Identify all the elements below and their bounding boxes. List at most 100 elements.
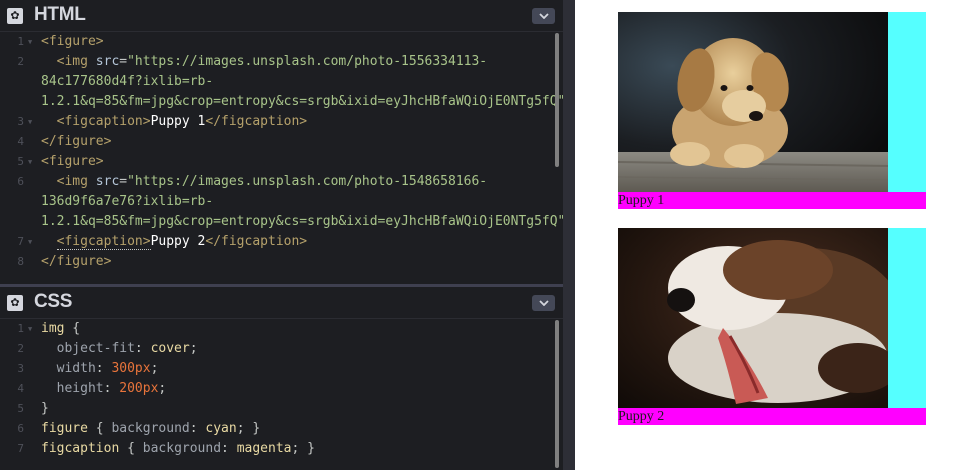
line-number: 1 xyxy=(17,35,24,48)
code-token: : xyxy=(103,381,120,396)
code-token: ; } xyxy=(291,441,315,456)
figure-2: Puppy 2 xyxy=(618,228,926,425)
line-number: 6 xyxy=(17,422,24,435)
line-number: 2 xyxy=(17,55,24,68)
code-text: </figure> xyxy=(41,252,111,272)
code-token: background xyxy=(142,441,222,456)
code-token: ; } xyxy=(236,421,261,436)
code-text: 84c177680d4f?ixlib=rb- xyxy=(41,72,213,92)
code-token: <figure> xyxy=(41,154,104,169)
chevron-down-icon xyxy=(538,13,549,19)
code-text: 1.2.1&q=85&fm=jpg&crop=entropy&cs=srgb&i… xyxy=(41,92,573,112)
code-token: 200px xyxy=(119,381,159,396)
css-code-area[interactable]: 1 ▼ img {2 object-fit: cover; 3 width: 300p… xyxy=(0,319,563,459)
line-number: 4 xyxy=(17,382,24,395)
fold-arrow-icon[interactable]: ▼ xyxy=(28,232,32,252)
code-token: <img xyxy=(41,174,96,189)
code-token: object-fit xyxy=(41,341,135,356)
code-token: </figure> xyxy=(41,134,112,149)
html-code-line[interactable]: 1.2.1&q=85&fm=jpg&crop=entropy&cs=srgb&i… xyxy=(0,212,573,232)
fold-arrow-icon[interactable]: ▼ xyxy=(28,319,32,339)
css-panel-header: ✿ CSS xyxy=(0,287,563,319)
html-code-line[interactable]: 7 ▼ <figcaption>Puppy 2</figcaption> xyxy=(0,232,563,252)
html-code-line[interactable]: 1 ▼ <figure> xyxy=(0,32,563,52)
code-token: Puppy 1 xyxy=(150,114,206,129)
html-panel-title: HTML xyxy=(34,4,86,25)
code-token: { xyxy=(64,321,81,336)
code-token: height xyxy=(41,381,104,396)
css-editor-panel: ✿ CSS 1 ▼ img {2 object-fit: cover; 3 width… xyxy=(0,287,563,470)
css-code-line[interactable]: 3 width: 300px; xyxy=(0,359,563,379)
line-number: 7 xyxy=(17,235,24,248)
code-text: </figure> xyxy=(41,132,111,152)
code-token: ; xyxy=(150,361,159,376)
code-token: "https://images.unsplash.com/photo-15563… xyxy=(127,54,488,69)
code-token: </figure> xyxy=(41,254,112,269)
code-text: width: 300px; xyxy=(41,359,159,379)
html-code-line[interactable]: 84c177680d4f?ixlib=rb- xyxy=(0,72,563,92)
html-code-area[interactable]: 1 ▼ <figure> 2 <img src="https://images.uns… xyxy=(0,32,573,272)
code-text: } xyxy=(41,399,49,419)
code-token: : xyxy=(189,421,206,436)
fold-arrow-icon[interactable]: ▼ xyxy=(28,112,32,132)
html-scrollbar[interactable] xyxy=(555,33,559,167)
css-panel-title: CSS xyxy=(34,291,73,312)
code-token: "https://images.unsplash.com/photo-15486… xyxy=(127,174,488,189)
code-text: img { xyxy=(41,319,80,339)
line-number: 5 xyxy=(17,402,24,415)
code-text: figure { background: cyan; } xyxy=(41,419,260,439)
html-code-line[interactable]: 8 </figure> xyxy=(0,252,563,272)
line-number: 7 xyxy=(17,442,24,455)
code-token: { xyxy=(87,421,112,436)
html-code-line[interactable]: 2 <img src="https://images.unsplash.com/… xyxy=(0,52,563,72)
html-code-line[interactable]: 6 <img src="https://images.unsplash.com/… xyxy=(0,172,563,192)
css-code-line[interactable]: 1 ▼ img { xyxy=(0,319,563,339)
html-code-line[interactable]: 3 ▼ <figcaption>Puppy 1</figcaption> xyxy=(0,112,563,132)
line-number: 2 xyxy=(17,342,24,355)
code-token: </figcaption> xyxy=(205,114,308,129)
code-text: height: 200px; xyxy=(41,379,167,399)
code-token: = xyxy=(119,54,128,69)
css-code-line[interactable]: 5} xyxy=(0,399,563,419)
fold-arrow-icon[interactable]: ▼ xyxy=(28,32,32,52)
code-token: src xyxy=(95,54,120,69)
css-code-line[interactable]: 7 figcaption { background: magenta; } xyxy=(0,439,563,459)
code-token: { xyxy=(119,441,143,456)
code-text: <figure> xyxy=(41,152,104,172)
css-scrollbar[interactable] xyxy=(555,320,559,468)
code-token: cover xyxy=(150,341,190,356)
code-token: <figcaption> xyxy=(41,114,151,129)
html-collapse-button[interactable] xyxy=(532,8,555,24)
editor-column: ✿ HTML 1 ▼ <figure> 2 <img src="https://ima… xyxy=(0,0,573,470)
html-code-line[interactable]: 136d9f6a7e76?ixlib=rb- xyxy=(0,192,563,212)
code-text: <figcaption>Puppy 2</figcaption> xyxy=(41,232,307,252)
css-code-line[interactable]: 2 object-fit: cover; xyxy=(0,339,563,359)
code-token: 1.2.1&q=85&fm=jpg&crop=entropy&cs=srgb&i… xyxy=(41,94,566,109)
gear-icon[interactable]: ✿ xyxy=(7,8,23,24)
code-token: ; xyxy=(158,381,167,396)
code-token: 300px xyxy=(111,361,151,376)
fold-arrow-icon[interactable]: ▼ xyxy=(28,152,32,172)
html-code-line[interactable]: 4 </figure> xyxy=(0,132,563,152)
code-token: : xyxy=(95,361,112,376)
code-text: <figure> xyxy=(41,32,104,52)
code-token: src xyxy=(95,174,120,189)
code-token: = xyxy=(119,174,128,189)
html-code-line[interactable]: 1.2.1&q=85&fm=jpg&crop=entropy&cs=srgb&i… xyxy=(0,92,573,112)
code-text: <img src="https://images.unsplash.com/ph… xyxy=(41,172,488,192)
code-token: width xyxy=(41,361,96,376)
code-text: 1.2.1&q=85&fm=jpg&crop=entropy&cs=srgb&i… xyxy=(41,212,573,232)
html-code-line[interactable]: 5 ▼ <figure> xyxy=(0,152,563,172)
code-text: 136d9f6a7e76?ixlib=rb- xyxy=(41,192,213,212)
code-token: figcaption xyxy=(41,441,120,456)
line-number: 6 xyxy=(17,175,24,188)
code-token: </figcaption> xyxy=(205,234,308,249)
code-text: object-fit: cover; xyxy=(41,339,198,359)
css-code-line[interactable]: 6 figure { background: cyan; } xyxy=(0,419,563,439)
css-collapse-button[interactable] xyxy=(532,295,555,311)
code-token: 84c177680d4f?ixlib=rb- xyxy=(41,74,214,89)
editor-preview-resizer[interactable] xyxy=(563,0,575,470)
figcaption-2: Puppy 2 xyxy=(618,408,926,425)
css-code-line[interactable]: 4 height: 200px; xyxy=(0,379,563,399)
gear-icon[interactable]: ✿ xyxy=(7,295,23,311)
